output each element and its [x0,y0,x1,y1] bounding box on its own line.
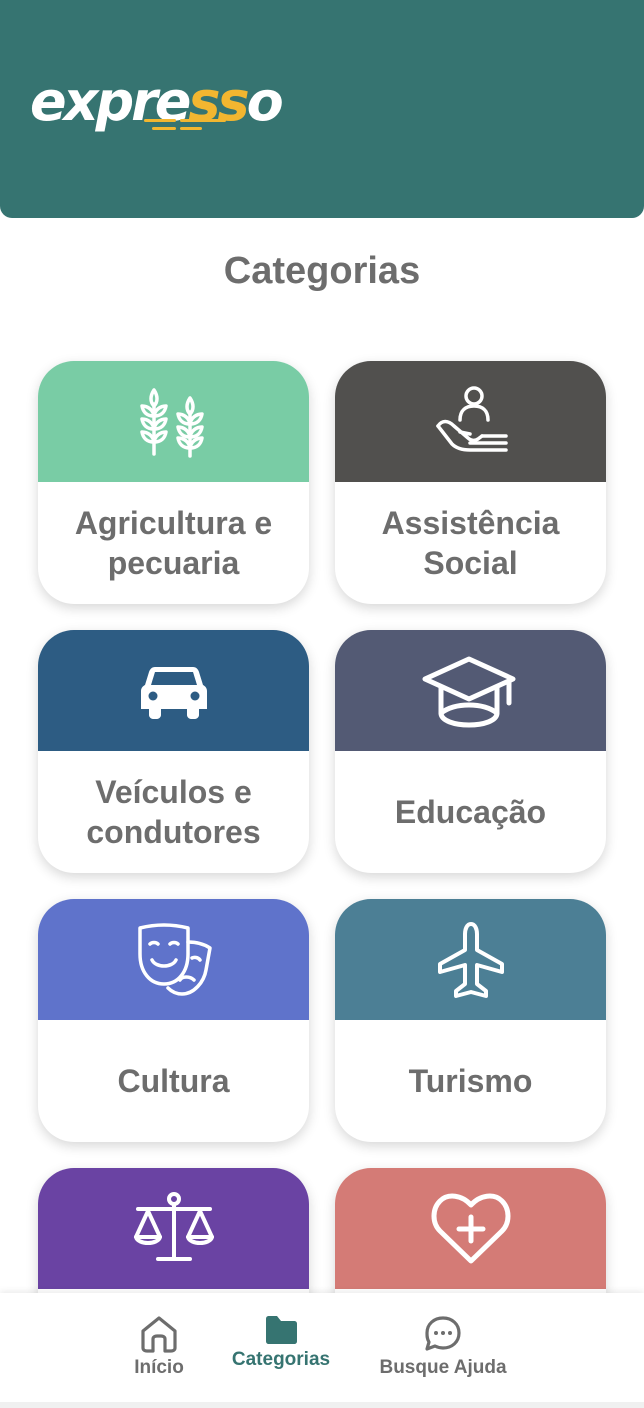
folder-icon [266,1316,297,1344]
nav-label: Busque Ajuda [379,1357,507,1378]
nav-item-inicio[interactable]: Início [126,1315,192,1379]
bottom-navigation: Início Categorias Busque Ajuda [0,1293,644,1408]
category-label: Cultura [117,1063,230,1099]
home-icon [141,1316,177,1353]
category-label: Assistência Social [381,505,560,581]
card-header [335,1168,606,1289]
expresso-logo[interactable]: expresso [30,66,284,140]
logo-speed-lines [144,119,226,130]
theater-masks-icon [137,922,212,996]
app-header: expresso [0,0,644,218]
category-label: Educação [394,794,547,830]
card-header [335,361,606,482]
card-header [38,1168,309,1289]
chat-bubble-icon [425,1316,461,1351]
airplane-icon [437,921,504,998]
card-header [38,899,309,1020]
category-label: Turismo [408,1063,533,1099]
nav-label: Categorias [231,1349,331,1370]
page-title: Categorias [223,250,421,292]
card-header [335,899,606,1020]
category-label: Veículos e condutores [86,774,261,850]
card-header [38,361,309,482]
category-card-agricultura[interactable]: Agricultura e pecuaria [38,361,309,604]
screen: expresso Categorias Agricultura e pecuar… [0,0,644,1408]
category-card-cultura[interactable]: Cultura [38,899,309,1142]
nav-item-busque-ajuda[interactable]: Busque Ajuda [370,1315,516,1379]
card-header [335,630,606,751]
scales-icon [133,1191,214,1261]
nav-label: Início [134,1357,184,1378]
hand-person-icon [435,385,508,452]
home-indicator-area [0,1402,644,1408]
card-header [38,630,309,751]
wheat-icon [139,387,204,458]
nav-item-categorias[interactable]: Categorias [224,1315,338,1371]
car-icon [140,666,207,719]
graduation-cap-icon [422,656,515,727]
heart-plus-icon [431,1193,510,1263]
category-card-veiculos[interactable]: Veículos e condutores [38,630,309,873]
category-card-turismo[interactable]: Turismo [335,899,606,1142]
category-label: Agricultura e pecuaria [74,505,273,581]
category-card-educacao[interactable]: Educação [335,630,606,873]
category-card-assistencia-social[interactable]: Assistência Social [335,361,606,604]
